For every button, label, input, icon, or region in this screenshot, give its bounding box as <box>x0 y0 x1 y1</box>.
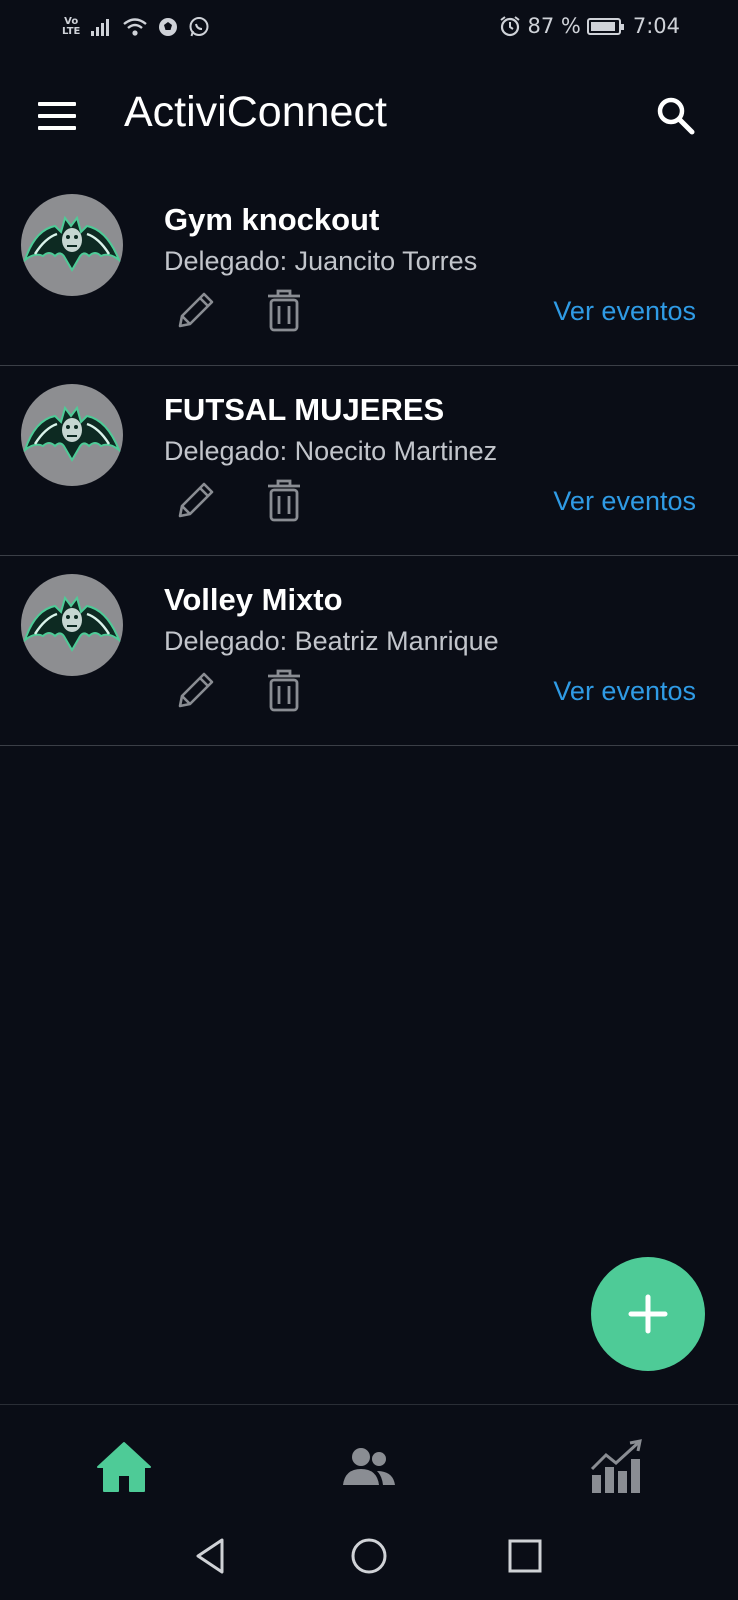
battery-icon <box>586 17 624 35</box>
pencil-icon <box>178 482 214 518</box>
list-item: Gym knockout Delegado: Juancito Torres V… <box>0 176 738 366</box>
app-bar: ActiviConnect <box>0 58 738 176</box>
group-delegate: Delegado: Juancito Torres <box>164 246 478 276</box>
edit-button[interactable] <box>172 476 220 524</box>
list-item: FUTSAL MUJERES Delegado: Noecito Martine… <box>0 366 738 556</box>
recents-square-icon <box>508 1539 542 1573</box>
home-circle-icon <box>351 1538 387 1574</box>
signal-icon <box>91 19 110 36</box>
wifi-icon <box>123 18 148 36</box>
group-name: Gym knockout <box>164 202 380 237</box>
delete-button[interactable] <box>260 476 308 524</box>
users-icon <box>343 1448 395 1485</box>
group-name: FUTSAL MUJERES <box>164 392 445 427</box>
avatar[interactable] <box>21 194 123 296</box>
bat-logo-icon <box>22 215 122 272</box>
group-list: Gym knockout Delegado: Juancito Torres V… <box>0 176 738 746</box>
list-item: Volley Mixto Delegado: Beatriz Manrique … <box>0 556 738 746</box>
view-events-link[interactable]: Ver eventos <box>553 296 696 327</box>
nav-stats[interactable] <box>584 1435 648 1499</box>
status-bar: Vo LTE 87 % 7:04 <box>0 0 738 58</box>
app-title: ActiviConnect <box>124 88 387 136</box>
clock-time: 7:04 <box>632 14 680 38</box>
volte-indicator: Vo LTE <box>62 16 81 37</box>
search-button[interactable] <box>654 94 698 138</box>
nav-users[interactable] <box>337 1435 401 1499</box>
system-nav-bar <box>0 1524 738 1600</box>
back-triangle-icon <box>196 1538 224 1574</box>
delete-button[interactable] <box>260 666 308 714</box>
pencil-icon <box>178 292 214 328</box>
trash-icon <box>268 289 300 332</box>
nav-home[interactable] <box>92 1435 156 1499</box>
battery-percent: 87 % <box>527 14 581 38</box>
soccer-ball-icon <box>159 18 178 36</box>
trash-icon <box>268 669 300 712</box>
chart-icon <box>590 1439 642 1493</box>
back-button[interactable] <box>190 1534 234 1578</box>
pencil-icon <box>178 672 214 708</box>
hamburger-menu-icon <box>38 102 76 130</box>
group-name: Volley Mixto <box>164 582 343 617</box>
group-delegate: Delegado: Beatriz Manrique <box>164 626 499 656</box>
status-right: 87 % 7:04 <box>499 14 680 38</box>
delete-button[interactable] <box>260 286 308 334</box>
trash-icon <box>268 479 300 522</box>
app-screen: Vo LTE 87 % 7:04 ActiviConnect Gym knock… <box>0 0 738 1600</box>
home-icon <box>97 1442 151 1492</box>
avatar[interactable] <box>21 574 123 676</box>
edit-button[interactable] <box>172 286 220 334</box>
alarm-clock-icon <box>500 16 521 37</box>
recents-button[interactable] <box>503 1534 547 1578</box>
whatsapp-icon <box>189 17 209 37</box>
avatar[interactable] <box>21 384 123 486</box>
bat-logo-icon <box>22 405 122 462</box>
bat-logo-icon <box>22 595 122 652</box>
edit-button[interactable] <box>172 666 220 714</box>
search-icon <box>657 97 695 135</box>
view-events-link[interactable]: Ver eventos <box>553 486 696 517</box>
bottom-nav <box>0 1404 738 1525</box>
status-left: Vo LTE <box>62 16 210 38</box>
view-events-link[interactable]: Ver eventos <box>553 676 696 707</box>
group-delegate: Delegado: Noecito Martinez <box>164 436 498 466</box>
menu-button[interactable] <box>34 98 78 138</box>
home-button[interactable] <box>347 1534 391 1578</box>
plus-icon <box>628 1294 668 1334</box>
add-group-button[interactable] <box>591 1257 705 1371</box>
